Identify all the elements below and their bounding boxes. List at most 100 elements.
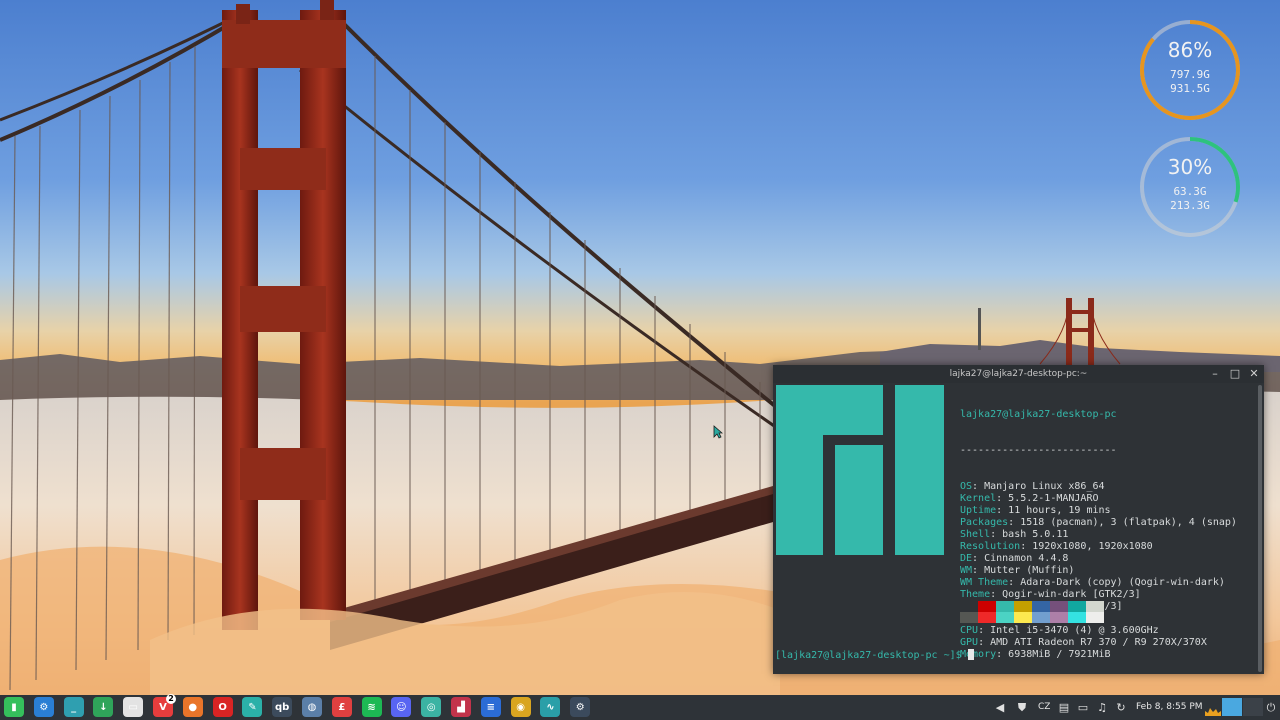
bright-swatch: [1068, 612, 1086, 623]
network-icon: ◍: [307, 701, 317, 713]
shield-icon[interactable]: ⛊: [1015, 699, 1029, 716]
taskbar-app-spotify[interactable]: ≋: [361, 697, 382, 717]
memory-used: 63.3G: [1173, 185, 1207, 198]
info-key: GPU: [960, 637, 979, 648]
maximize-button[interactable]: □: [1228, 367, 1242, 381]
taskbar-app-monitor[interactable]: ∿: [540, 697, 561, 717]
info-value: Qogir-win-dark [GTK2/3]: [1002, 589, 1141, 600]
workspace-2[interactable]: [1243, 698, 1263, 716]
bright-swatch: [960, 612, 978, 623]
workspace-1[interactable]: [1222, 698, 1242, 716]
memory-percent: 30%: [1167, 155, 1213, 179]
installer-icon: ↓: [99, 701, 108, 713]
disk-total: 931.5G: [1170, 82, 1210, 95]
taskbar-app-signal[interactable]: ◎: [421, 697, 442, 717]
manjaro-logo-icon: [776, 385, 944, 555]
settings-icon: ⚙: [39, 701, 49, 713]
memory-usage-ring: 30% 63.3G 213.3G: [1138, 135, 1242, 239]
bright-swatch: [1050, 612, 1068, 623]
taskbar-app-rhythmbox[interactable]: ◉: [510, 697, 531, 717]
info-value: 5.5.2-1-MANJARO: [1008, 493, 1099, 504]
shell-prompt[interactable]: [lajka27@lajka27-desktop-pc ~]$: [775, 649, 974, 662]
prompt-text: [lajka27@lajka27-desktop-pc ~]$: [775, 650, 968, 661]
clock[interactable]: Feb 8, 8:55 PM: [1136, 699, 1203, 716]
update-icon[interactable]: ↻: [1114, 699, 1128, 716]
taskbar-app-installer[interactable]: ↓: [93, 697, 114, 717]
neofetch-info: lajka27@lajka27-desktop-pc -------------…: [960, 385, 1237, 685]
workspace-graph-icon[interactable]: [1205, 699, 1221, 716]
taskbar-app-network[interactable]: ◍: [302, 697, 322, 717]
color-palette: [960, 601, 1104, 623]
taskbar-app-opera[interactable]: O: [212, 697, 233, 717]
info-key: Packages: [960, 517, 1009, 528]
opera-icon: O: [218, 701, 227, 713]
info-value: 1518 (pacman), 3 (flatpak), 4 (snap): [1020, 517, 1237, 528]
terminal-content[interactable]: lajka27@lajka27-desktop-pc -------------…: [773, 383, 1264, 674]
terminal-title: lajka27@lajka27-desktop-pc:~: [949, 369, 1088, 379]
info-key: Resolution: [960, 541, 1021, 552]
info-key: WM: [960, 565, 973, 576]
info-colon: :: [996, 649, 1009, 660]
music-icon[interactable]: ♫: [1095, 699, 1109, 716]
info-colon: :: [972, 481, 985, 492]
monitor-icon: ∿: [546, 701, 555, 713]
firefox-icon: ●: [188, 701, 198, 713]
info-colon: :: [978, 637, 991, 648]
info-colon: :: [972, 553, 985, 564]
taskbar-app-firefox[interactable]: ●: [182, 697, 203, 717]
power-icon[interactable]: ⏻: [1264, 699, 1278, 716]
disk-percent: 86%: [1167, 38, 1213, 62]
normal-swatch: [1050, 601, 1068, 612]
bright-swatch: [996, 612, 1014, 623]
info-value: Mutter (Muffin): [984, 565, 1075, 576]
info-row: GPU: AMD ATI Radeon R7 370 / R9 270X/370…: [960, 637, 1237, 649]
terminal-scrollbar[interactable]: [1258, 385, 1262, 672]
info-key: Uptime: [960, 505, 997, 516]
taskbar-app-terminal[interactable]: _: [63, 697, 84, 717]
taskbar-app-steam[interactable]: ⚙: [570, 697, 591, 717]
normal-swatch: [996, 601, 1014, 612]
info-row: Shell: bash 5.0.11: [960, 529, 1237, 541]
taskbar-app-settings[interactable]: ⚙: [33, 697, 54, 717]
info-value: Manjaro Linux x86_64: [984, 481, 1105, 492]
taskbar-app-notes[interactable]: ✎: [242, 697, 263, 717]
taskbar-app-files[interactable]: ▭: [123, 697, 144, 717]
clipboard-icon[interactable]: ▤: [1057, 699, 1071, 716]
info-row: Packages: 1518 (pacman), 3 (flatpak), 4 …: [960, 517, 1237, 529]
close-button[interactable]: ✕: [1247, 367, 1261, 381]
taskbar-app-audio[interactable]: ▟: [451, 697, 471, 717]
discord-icon: ☺: [396, 701, 407, 713]
normal-swatch: [978, 601, 996, 612]
fontmanager-icon: £: [338, 701, 346, 713]
minimize-button[interactable]: –: [1208, 367, 1222, 381]
taskbar-app-menu[interactable]: ▮: [4, 697, 24, 717]
terminal-window[interactable]: lajka27@lajka27-desktop-pc:~ – □ ✕ lajka…: [773, 365, 1264, 674]
info-value: Cinnamon 4.4.8: [984, 553, 1069, 564]
taskbar-app-discord[interactable]: ☺: [391, 697, 412, 717]
info-key: Shell: [960, 529, 991, 540]
taskbar-app-vivaldi[interactable]: V2: [153, 694, 176, 717]
bright-swatch: [1014, 612, 1032, 623]
info-value: bash 5.0.11: [1002, 529, 1069, 540]
taskbar-app-writer[interactable]: ≡: [480, 697, 501, 717]
palette-row-bright: [960, 612, 1104, 623]
steam-icon: ⚙: [575, 701, 585, 713]
tray-arrow-icon[interactable]: ◀: [994, 699, 1006, 716]
info-row: OS: Manjaro Linux x86_64: [960, 481, 1237, 493]
info-row: WM: Mutter (Muffin): [960, 565, 1237, 577]
taskbar-app-qbittorrent[interactable]: qb: [272, 697, 293, 717]
info-row: Kernel: 5.5.2-1-MANJARO: [960, 493, 1237, 505]
bright-swatch: [1086, 612, 1104, 623]
notification-badge: 2: [166, 694, 176, 704]
taskbar-app-fontmanager[interactable]: £: [331, 697, 352, 717]
info-colon: :: [1008, 577, 1021, 588]
terminal-titlebar[interactable]: lajka27@lajka27-desktop-pc:~ – □ ✕: [773, 365, 1264, 383]
user-host: lajka27@lajka27-desktop-pc: [960, 409, 1117, 420]
info-row: Theme: Qogir-win-dark [GTK2/3]: [960, 589, 1237, 601]
mouse-pointer-icon: [713, 425, 723, 439]
bright-swatch: [978, 612, 996, 623]
keyboard-layout[interactable]: CZ: [1038, 699, 1050, 716]
normal-swatch: [960, 601, 978, 612]
display-icon[interactable]: ▭: [1076, 699, 1090, 716]
memory-total: 213.3G: [1170, 199, 1210, 212]
